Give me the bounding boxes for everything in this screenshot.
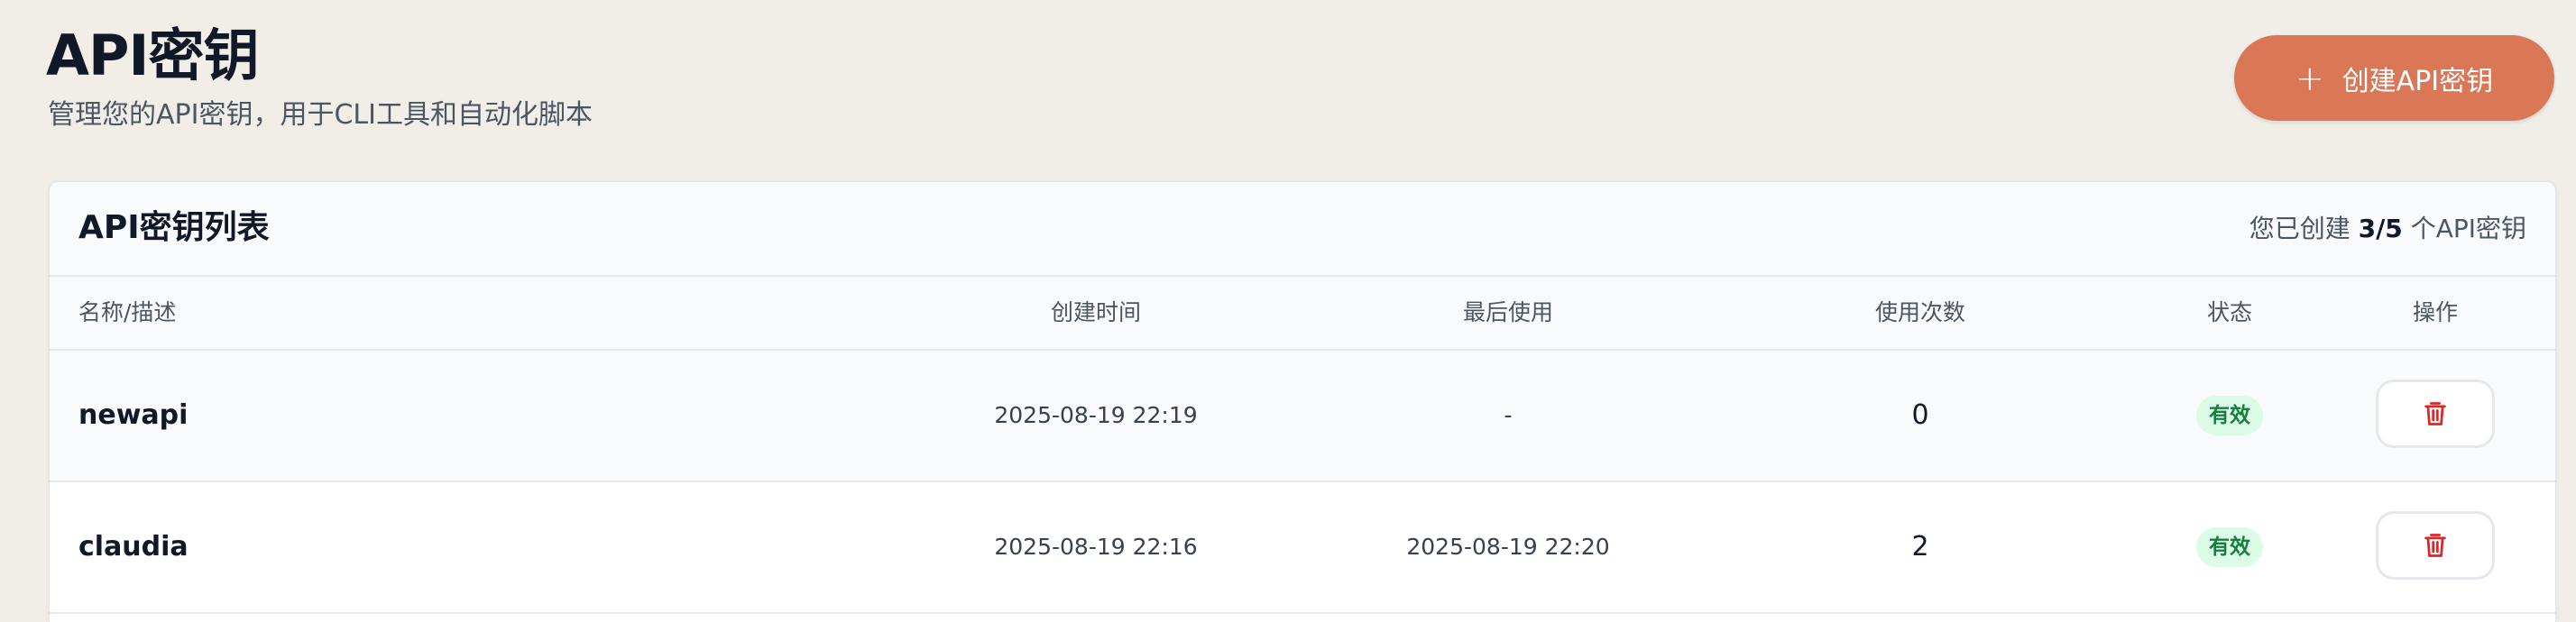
key-count-prefix: 您已创建 xyxy=(2249,214,2359,243)
status-badge: 有效 xyxy=(2196,527,2263,567)
created-time: 2025-08-19 22:16 xyxy=(994,534,1198,560)
column-header-uses: 使用次数 xyxy=(1874,299,1966,325)
table-row: newapi 2025-08-19 22:19 - 0 有效 xyxy=(50,351,2555,482)
column-header-last-used: 最后使用 xyxy=(1462,299,1554,325)
key-name: newapi xyxy=(78,399,189,431)
delete-key-button[interactable] xyxy=(2376,380,2495,448)
last-used-time: 2025-08-19 22:20 xyxy=(1406,534,1610,560)
create-api-key-label: 创建API密钥 xyxy=(2341,65,2494,97)
page-title: API密钥 xyxy=(46,23,259,88)
created-time: 2025-08-19 22:19 xyxy=(994,402,1198,428)
usage-count: 2 xyxy=(1911,531,1929,563)
table-header: 名称/描述 创建时间 最后使用 使用次数 状态 操作 xyxy=(50,277,2555,351)
column-header-name: 名称/描述 xyxy=(78,299,177,325)
column-header-actions: 操作 xyxy=(2412,299,2459,325)
card-header: API密钥列表 您已创建 3/5 个API密钥 xyxy=(50,182,2555,277)
key-name: claudia xyxy=(78,531,189,563)
status-badge: 有效 xyxy=(2196,396,2263,435)
api-key-list-card: API密钥列表 您已创建 3/5 个API密钥 名称/描述 创建时间 最后使用 … xyxy=(48,180,2557,622)
api-keys-page: API密钥 管理您的API密钥，用于CLI工具和自动化脚本 + 创建API密钥 … xyxy=(0,0,2576,622)
column-header-created: 创建时间 xyxy=(1050,299,1142,325)
card-title: API密钥列表 xyxy=(78,209,270,246)
trash-icon xyxy=(2424,402,2446,425)
column-header-status: 状态 xyxy=(2206,299,2253,325)
trash-icon xyxy=(2424,534,2446,557)
delete-key-button[interactable] xyxy=(2376,511,2495,580)
page-subtitle: 管理您的API密钥，用于CLI工具和自动化脚本 xyxy=(48,99,593,131)
key-count-suffix: 个API密钥 xyxy=(2402,214,2526,243)
last-used-time: - xyxy=(1504,402,1513,428)
key-count-value: 3/5 xyxy=(2358,214,2403,243)
table-row: claudia 2025-08-19 22:16 2025-08-19 22:2… xyxy=(50,482,2555,614)
plus-icon: + xyxy=(2295,58,2324,98)
key-count-summary: 您已创建 3/5 个API密钥 xyxy=(2249,211,2526,247)
create-api-key-button[interactable]: + 创建API密钥 xyxy=(2234,35,2554,121)
usage-count: 0 xyxy=(1911,399,1929,431)
